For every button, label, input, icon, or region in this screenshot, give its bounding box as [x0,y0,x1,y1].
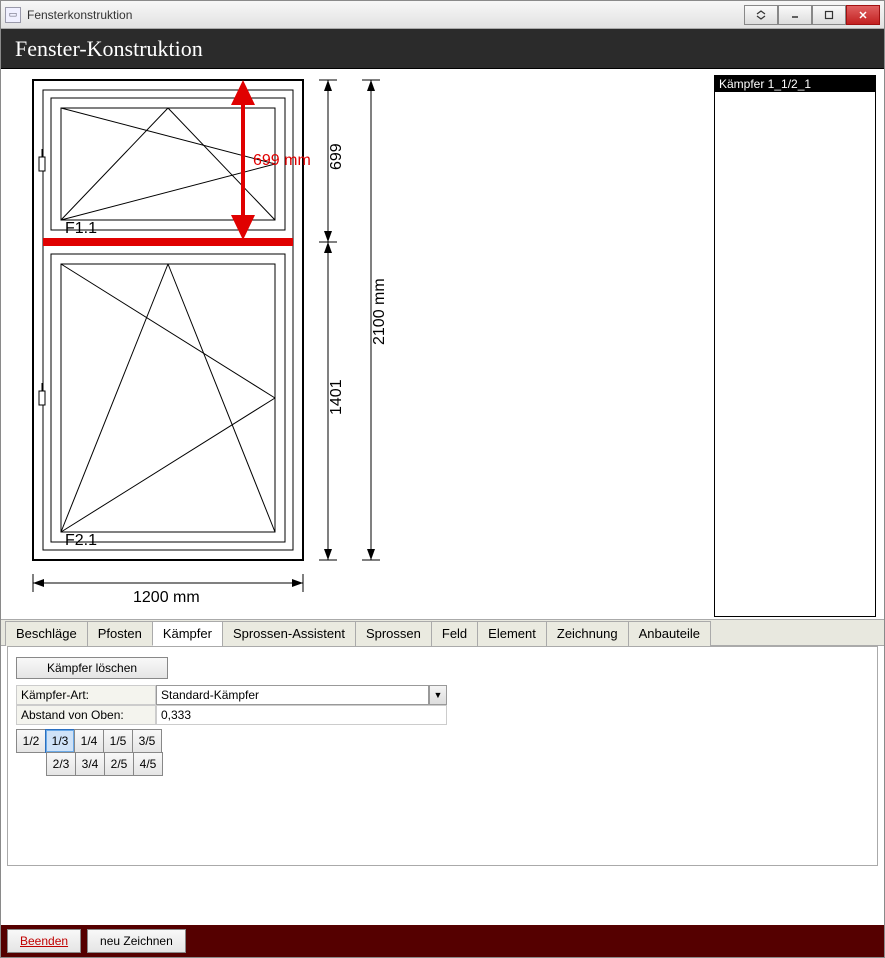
transom-type-label: Kämpfer-Art: [16,685,156,705]
tab-feld[interactable]: Feld [431,621,478,646]
delete-transom-button[interactable]: Kämpfer löschen [16,657,168,679]
tab-strip: BeschlägePfostenKämpferSprossen-Assisten… [1,619,884,646]
fraction-preset-1-2[interactable]: 1/2 [16,729,46,753]
fraction-preset-1-3[interactable]: 1/3 [45,729,75,753]
width-dimension-label: 1200 mm [133,589,200,606]
offset-from-top-value[interactable]: 0,333 [156,705,447,725]
chevron-down-icon[interactable]: ▼ [429,685,447,705]
fraction-preset-4-5[interactable]: 4/5 [133,752,163,776]
tab-element[interactable]: Element [477,621,547,646]
app-icon: ▭ [5,7,21,23]
transom-type-value[interactable]: Standard-Kämpfer [156,685,429,705]
tab-sprossen-assistent[interactable]: Sprossen-Assistent [222,621,356,646]
titlebar: ▭ Fensterkonstruktion [1,1,884,29]
fraction-preset-2-3[interactable]: 2/3 [46,752,76,776]
restore-down-aux-button[interactable] [744,5,778,25]
transom-type-combo[interactable]: Standard-Kämpfer ▼ [156,685,447,705]
tab-k-mpfer[interactable]: Kämpfer [152,621,223,646]
page-title: Fenster-Konstruktion [1,29,884,69]
fraction-preset-3-5[interactable]: 3/5 [132,729,162,753]
red-dimension-label: 699 mm [253,152,311,169]
top-height-label: 699 [328,143,345,170]
total-height-label: 2100 mm [371,278,388,345]
fraction-preset-1-4[interactable]: 1/4 [74,729,104,753]
fraction-preset-2-5[interactable]: 2/5 [104,752,134,776]
element-list[interactable]: Kämpfer 1_1/2_1 [714,75,876,617]
tab-sprossen[interactable]: Sprossen [355,621,432,646]
close-dialog-button[interactable]: Beenden [7,929,81,953]
element-list-item-selected[interactable]: Kämpfer 1_1/2_1 [715,76,875,92]
offset-from-top-label: Abstand von Oben: [16,705,156,725]
fraction-preset-1-5[interactable]: 1/5 [103,729,133,753]
redraw-button[interactable]: neu Zeichnen [87,929,186,953]
close-button[interactable] [846,5,880,25]
fraction-preset-3-4[interactable]: 3/4 [75,752,105,776]
maximize-button[interactable] [812,5,846,25]
field-label-top: F1.1 [65,220,97,237]
window-drawing[interactable]: F1.1 F2.1 [13,75,706,617]
tab-beschl-ge[interactable]: Beschläge [5,621,88,646]
tab-zeichnung[interactable]: Zeichnung [546,621,629,646]
bottom-height-label: 1401 [328,379,345,415]
tab-panel-kaempfer: Kämpfer löschen Kämpfer-Art: Standard-Kä… [7,646,878,866]
tab-anbauteile[interactable]: Anbauteile [628,621,711,646]
tab-pfosten[interactable]: Pfosten [87,621,153,646]
minimize-button[interactable] [778,5,812,25]
window-title: Fensterkonstruktion [27,8,744,22]
footer-bar: Beenden neu Zeichnen [1,925,884,957]
field-label-bottom: F2.1 [65,532,97,549]
fraction-presets: 1/21/31/41/53/5 2/33/42/54/5 [16,729,869,776]
